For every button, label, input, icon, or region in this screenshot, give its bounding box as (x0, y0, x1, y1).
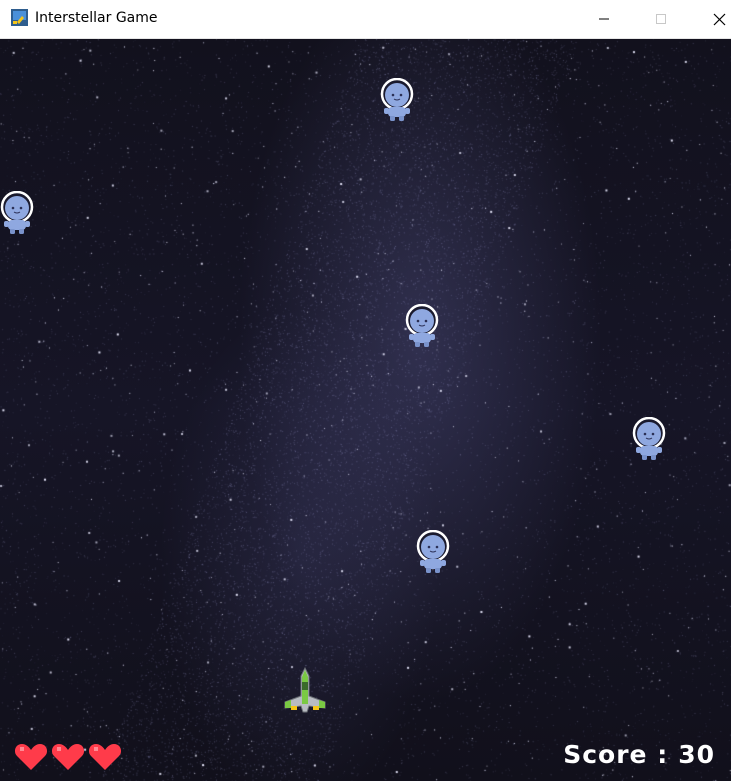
alien-astronaut-icon (0, 191, 34, 235)
game-canvas[interactable]: Score : 30 (0, 39, 731, 781)
score-display: Score : 30 (563, 740, 715, 769)
alien-astronaut-icon (632, 417, 666, 461)
alien-astronaut-icon (380, 78, 414, 122)
alien-astronaut-icon (405, 304, 439, 348)
game-window: Interstellar Game Score: 30 (0, 0, 731, 781)
heart-icon (14, 744, 48, 770)
minimize-icon (599, 18, 609, 20)
window-title: Interstellar Game (35, 10, 158, 26)
heart-icon (51, 744, 85, 770)
heart-icon (88, 744, 122, 770)
alien-astronaut-icon (416, 530, 450, 574)
maximize-button[interactable] (638, 0, 684, 38)
starfield-background (0, 39, 731, 781)
score-value: 30 (678, 740, 715, 769)
spaceship-icon (284, 666, 326, 713)
score-label: Score : (563, 740, 669, 769)
close-icon (713, 13, 725, 25)
python-app-icon (11, 9, 28, 26)
maximize-icon (656, 14, 666, 24)
lives-indicator (14, 742, 122, 772)
minimize-button[interactable] (581, 0, 627, 38)
close-button[interactable] (696, 0, 731, 38)
title-bar[interactable]: Interstellar Game (0, 0, 731, 39)
